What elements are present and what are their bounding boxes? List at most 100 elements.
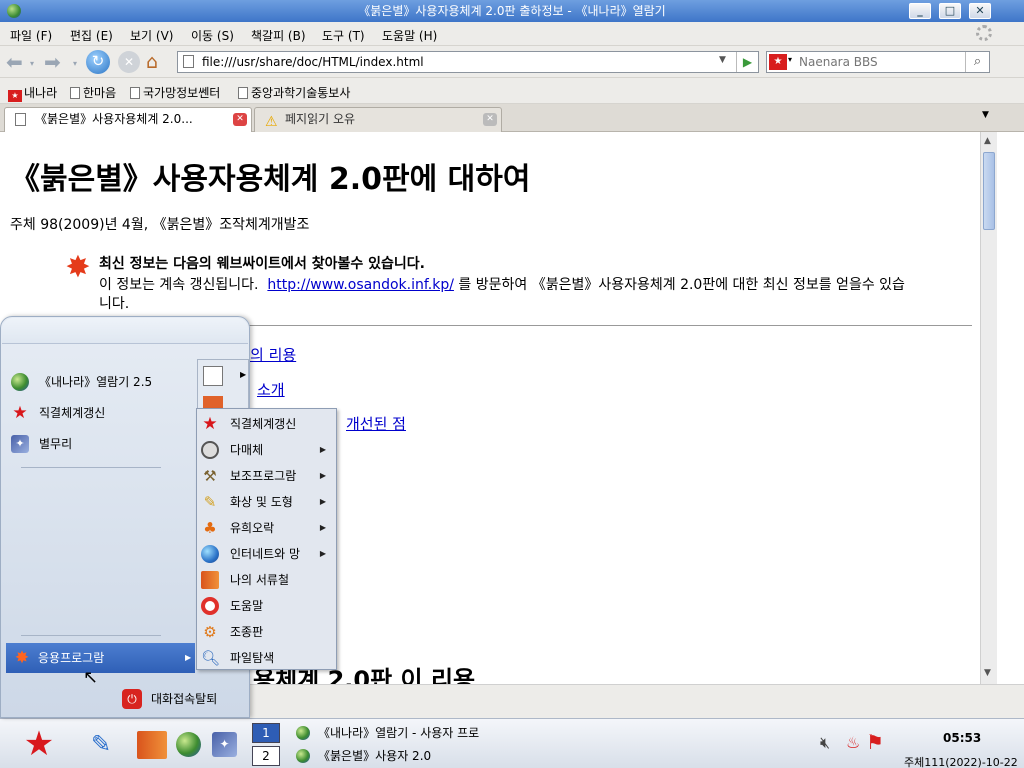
scroll-down-icon[interactable]: ▼ [984,668,991,678]
minimize-button[interactable]: _ [909,3,931,19]
red-flag-icon[interactable]: ⚑ [866,731,890,753]
submenu-item-system-update[interactable]: ★ 직결체계갱신 [197,411,336,437]
submenu-arrow-icon: ▶ [319,523,326,532]
globe-icon [296,726,310,740]
browser-launcher-icon[interactable] [176,732,201,757]
scroll-up-icon[interactable]: ▲ [984,136,991,146]
info-text: 이 정보는 계속 갱신됩니다. http://www.osandok.inf.k… [99,277,905,312]
bookmark-hanmaum[interactable]: 한마음 [70,84,116,101]
search-input[interactable] [799,54,959,70]
task-browser-window[interactable]: 《내나라》열람기 - 사용자 프로 [294,723,489,743]
divider [21,635,161,636]
page-icon [130,87,140,99]
search-box[interactable]: ★ ▾ ⌕ [766,51,990,73]
go-arrow-icon[interactable]: ▶ [736,52,758,72]
power-icon: ⏻ [122,689,142,709]
close-tab-icon[interactable]: ✕ [483,113,497,126]
submenu-arrow-icon: ▶ [319,549,326,558]
tab-red-star-about[interactable]: 《붉은별》사용자용체계 2.0... ✕ [4,107,252,132]
browser-globe-icon [7,4,21,18]
page-heading: 《붉은별》사용자용체계 2.0판에 대하여 [10,162,531,197]
scrollbar-thumb[interactable] [983,152,995,230]
globe-icon [11,373,29,391]
search-engine-icon[interactable]: ★ [769,54,787,70]
mouse-cursor-icon: ↖ [83,667,99,688]
volume-muted-icon[interactable]: 🔇︎ [820,733,840,753]
submenu-item-games[interactable]: ♣ 유희오락 ▶ [197,515,336,541]
submenu-item-help[interactable]: 도움말 [197,593,336,619]
menu-help[interactable]: 도움말 (H) [382,27,437,44]
menu-file[interactable]: 파일 (F) [10,27,52,44]
taskbar: ★ ✎ ✦ 1 2 《내나라》열람기 - 사용자 프로 《붉은별》사용자 2.0… [0,718,1024,768]
navigation-toolbar: ⬅ ▾ ➡ ▾ ↻ ✕ ⌂ ▼ ▶ ★ ▾ ⌕ [0,46,1024,78]
clock-time[interactable]: 05:53 [943,731,981,745]
search-engine-dropdown-icon[interactable]: ▾ [788,55,792,64]
document-icon [203,366,223,386]
search-icon[interactable]: ⌕ [965,52,989,72]
network-globe-icon [201,545,219,563]
graphics-icon: ✎ [203,493,217,511]
bookmark-national-network[interactable]: 국가망정보쎈터 [130,84,220,101]
stop-icon[interactable]: ✕ [118,51,140,73]
favorite-star-cluster[interactable]: ✦ 별무리 [9,431,194,457]
network-status-icon[interactable]: ♨ [846,733,862,753]
url-input[interactable] [202,54,712,70]
submenu-item-graphics[interactable]: ✎ 화상 및 도형 ▶ [197,489,336,515]
applications-menu-item[interactable]: ✸ 응용프로그람 ▶ [6,643,195,673]
page-icon [70,87,80,99]
submenu-arrow-icon: ▶ [319,471,326,480]
bookmark-central-science[interactable]: 중앙과학기술통보사 [238,84,350,101]
favorite-naenara-browser[interactable]: 《내나라》열람기 2.5 [9,369,194,395]
applications-submenu: ★ 직결체계갱신 다매체 ▶ ⚒ 보조프로그람 ▶ ✎ 화상 및 도형 ▶ ♣ 유희오락 ▶ 인… [196,408,337,670]
text-editor-launcher-icon[interactable]: ✎ [86,729,116,759]
task-about-window[interactable]: 《붉은별》사용자 2.0 [294,746,489,766]
submenu-item-multimedia[interactable]: 다매체 ▶ [197,437,336,463]
file-manager-launcher-icon[interactable] [137,731,167,759]
tab-page-load-error[interactable]: ⚠ 페지읽기 오유 ✕ [254,107,502,132]
maximize-button[interactable]: □ [939,3,961,19]
start-button-red-star-icon[interactable]: ★ [8,725,70,763]
bookmark-naenara[interactable]: ★ 내나라 [8,84,57,102]
workspace-2-button[interactable]: 2 [252,746,280,766]
forward-dropdown-icon[interactable]: ▾ [73,52,77,76]
globe-icon [296,749,310,763]
submenu-arrow-icon: ▶ [185,653,192,662]
red-star-icon: ★ [202,414,218,434]
control-panel-icon: ⚙ [203,623,217,641]
close-tab-icon[interactable]: ✕ [233,113,247,126]
forward-arrow-icon[interactable]: ➡ [44,50,61,74]
menu-go[interactable]: 이동 (S) [191,27,234,44]
red-star-icon: ✸ [65,250,91,285]
workspace-1-button[interactable]: 1 [252,723,280,743]
submenu-item-accessories[interactable]: ⚒ 보조프로그람 ▶ [197,463,336,489]
toc-link-improvements[interactable]: 개선된 점 [346,413,406,434]
osandok-link[interactable]: http://www.osandok.inf.kp/ [267,277,454,293]
window-titlebar[interactable]: 《붉은별》사용자용체계 2.0판 출하정보 - 《내나라》열람기 _ □ ✕ [0,0,1024,22]
submenu-item-file-search[interactable]: 🔍︎ 파일탐색 [197,645,336,671]
tab-list-dropdown-icon[interactable]: ▼ [982,110,989,120]
throbber-icon [976,25,992,41]
close-window-button[interactable]: ✕ [969,3,991,19]
star-cluster-launcher-icon[interactable]: ✦ [212,732,237,757]
menu-bookmarks[interactable]: 책갈피 (B) [251,27,306,44]
vertical-scrollbar[interactable]: ▲ ▼ [980,132,997,684]
submenu-item-my-documents[interactable]: 나의 서류철 [197,567,336,593]
toc-link-intro[interactable]: 소개 [257,379,285,400]
menu-view[interactable]: 보기 (V) [130,27,173,44]
menu-tools[interactable]: 도구 (T) [322,27,365,44]
submenu-item-internet[interactable]: 인터네트와 망 ▶ [197,541,336,567]
menubar: 파일 (F) 편집 (E) 보기 (V) 이동 (S) 책갈피 (B) 도구 (… [0,22,1024,46]
logout-button[interactable]: ⏻ 대화접속탈퇴 [119,685,239,713]
back-arrow-icon[interactable]: ⬅ [6,50,23,74]
red-star-icon: ✸ [14,648,30,668]
url-history-dropdown-icon[interactable]: ▼ [719,55,726,65]
address-bar[interactable]: ▼ ▶ [177,51,759,73]
back-dropdown-icon[interactable]: ▾ [30,52,34,76]
menu-edit[interactable]: 편집 (E) [70,27,113,44]
home-icon[interactable]: ⌂ [146,50,158,74]
toc-link-usage[interactable]: 의 리용 [250,344,296,365]
submenu-item-control-panel[interactable]: ⚙ 조종판 [197,619,336,645]
reload-icon[interactable]: ↻ [86,50,110,74]
page-byline: 주체 98(2009)년 4월, 《붉은별》조작체계개발조 [10,217,310,233]
favorite-system-update[interactable]: ★ 직결체계갱신 [9,400,194,426]
